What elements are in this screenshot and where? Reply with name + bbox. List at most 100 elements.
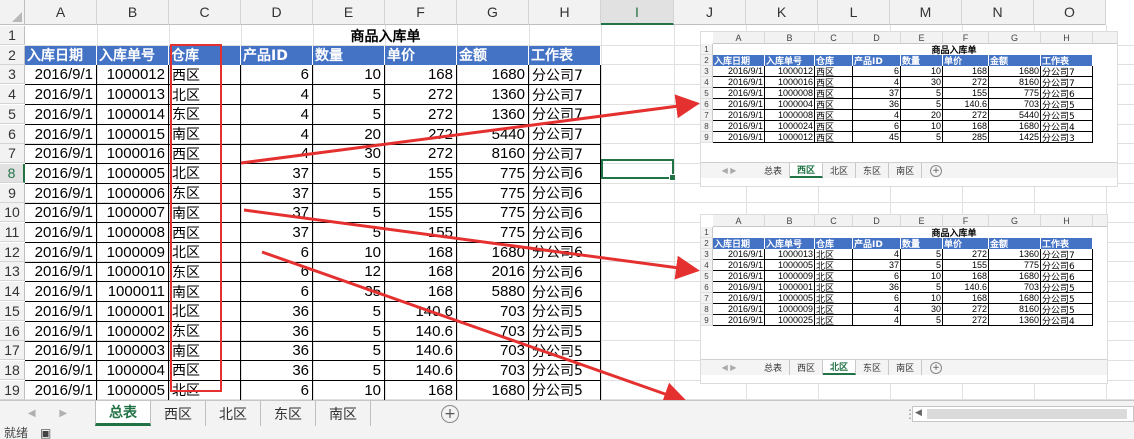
table-cell[interactable]: 703 — [457, 321, 529, 342]
table-cell[interactable]: 分公司5 — [529, 380, 601, 401]
table-cell[interactable]: 分公司6 — [529, 282, 601, 303]
column-header[interactable]: E — [313, 0, 385, 25]
table-cell[interactable]: 2016/9/1 — [25, 262, 97, 283]
sheet-tab[interactable]: 东区 — [261, 401, 316, 426]
table-cell[interactable]: 140.6 — [385, 321, 457, 342]
row-header[interactable]: 14 — [0, 282, 25, 302]
sheet-tab[interactable]: 北区 — [206, 401, 261, 426]
select-all-corner[interactable] — [0, 0, 25, 25]
table-cell[interactable]: 5 — [313, 223, 385, 243]
table-cell[interactable]: 5 — [313, 104, 385, 125]
row-header[interactable]: 10 — [0, 203, 25, 223]
row-header[interactable]: 9 — [0, 183, 25, 203]
table-cell[interactable]: 1000004 — [97, 360, 169, 381]
table-cell[interactable]: 168 — [385, 65, 457, 86]
table-header-cell[interactable]: 金额 — [457, 45, 529, 65]
table-cell[interactable]: 分公司5 — [529, 321, 601, 342]
table-cell[interactable]: 分公司7 — [529, 124, 601, 145]
table-cell[interactable]: 1000007 — [97, 203, 169, 224]
table-cell[interactable]: 4 — [241, 85, 313, 106]
tab-scroll-right-icon[interactable]: ▶ — [59, 408, 67, 419]
table-cell[interactable]: 分公司7 — [529, 144, 601, 165]
table-cell[interactable]: 6 — [241, 380, 313, 401]
column-header[interactable]: D — [241, 0, 313, 25]
table-cell[interactable]: 272 — [385, 124, 457, 145]
table-cell[interactable]: 155 — [385, 163, 457, 184]
table-cell[interactable]: 1680 — [457, 242, 529, 263]
column-header[interactable]: A — [25, 0, 97, 25]
table-cell[interactable]: 140.6 — [385, 341, 457, 362]
table-header-cell[interactable]: 数量 — [313, 45, 385, 65]
table-cell[interactable]: 155 — [385, 183, 457, 204]
row-header[interactable]: 2 — [0, 45, 25, 65]
table-cell[interactable]: 37 — [241, 203, 313, 224]
table-cell[interactable]: 8160 — [457, 144, 529, 165]
table-cell[interactable]: 775 — [457, 223, 529, 243]
table-cell[interactable]: 分公司5 — [529, 360, 601, 381]
table-cell[interactable]: 1000003 — [97, 341, 169, 362]
table-cell[interactable]: 1000001 — [97, 301, 169, 322]
table-header-cell[interactable]: 入库单号 — [97, 45, 169, 65]
row-header[interactable]: 4 — [0, 85, 25, 105]
table-cell[interactable]: 703 — [457, 341, 529, 362]
table-cell[interactable]: 分公司5 — [529, 301, 601, 322]
table-cell[interactable]: 12 — [313, 262, 385, 283]
table-cell[interactable]: 272 — [385, 85, 457, 106]
table-header-cell[interactable]: 产品ID — [241, 45, 313, 65]
row-header[interactable]: 16 — [0, 321, 25, 341]
table-cell[interactable]: 4 — [241, 144, 313, 165]
table-cell[interactable]: 2016/9/1 — [25, 360, 97, 381]
table-cell[interactable]: 5 — [313, 341, 385, 362]
table-cell[interactable]: 10 — [313, 65, 385, 86]
table-cell[interactable]: 6 — [241, 262, 313, 283]
table-cell[interactable]: 168 — [385, 380, 457, 401]
table-cell[interactable]: 4 — [241, 104, 313, 125]
table-cell[interactable]: 5 — [313, 85, 385, 106]
table-cell[interactable]: 1000005 — [97, 163, 169, 184]
table-cell[interactable]: 分公司6 — [529, 242, 601, 263]
table-cell[interactable]: 10 — [313, 380, 385, 401]
table-cell[interactable]: 2016/9/1 — [25, 242, 97, 263]
table-cell[interactable]: 1000011 — [97, 282, 169, 303]
table-cell[interactable]: 20 — [313, 124, 385, 145]
table-cell[interactable]: 703 — [457, 301, 529, 322]
macro-record-icon[interactable]: ▣ — [40, 426, 51, 439]
row-header[interactable]: 5 — [0, 104, 25, 124]
column-header[interactable]: F — [385, 0, 457, 25]
table-cell[interactable]: 272 — [385, 144, 457, 165]
table-cell[interactable]: 6 — [241, 65, 313, 86]
scrollbar-thumb[interactable] — [927, 409, 1127, 419]
row-header[interactable]: 7 — [0, 144, 25, 164]
table-cell[interactable]: 5 — [313, 183, 385, 204]
column-header[interactable]: G — [457, 0, 529, 25]
table-cell[interactable]: 37 — [241, 183, 313, 204]
table-cell[interactable]: 168 — [385, 282, 457, 303]
table-cell[interactable]: 2016/9/1 — [25, 65, 97, 86]
table-cell[interactable]: 5 — [313, 163, 385, 184]
column-header[interactable]: B — [97, 0, 169, 25]
table-cell[interactable]: 5 — [313, 301, 385, 322]
row-header[interactable]: 11 — [0, 223, 25, 242]
table-cell[interactable]: 30 — [313, 144, 385, 165]
table-cell[interactable]: 5440 — [457, 124, 529, 145]
table-header-cell[interactable]: 入库日期 — [25, 45, 97, 65]
table-cell[interactable]: 4 — [241, 124, 313, 145]
table-cell[interactable]: 140.6 — [385, 360, 457, 381]
table-cell[interactable]: 1000014 — [97, 104, 169, 125]
table-cell[interactable]: 2016/9/1 — [25, 380, 97, 401]
table-cell[interactable]: 168 — [385, 242, 457, 263]
table-cell[interactable]: 1000005 — [97, 380, 169, 401]
table-cell[interactable]: 2016/9/1 — [25, 144, 97, 165]
scroll-left-arrow-icon[interactable]: ◀ — [915, 408, 922, 418]
table-cell[interactable]: 分公司6 — [529, 203, 601, 224]
table-cell[interactable]: 37 — [241, 163, 313, 184]
table-cell[interactable]: 775 — [457, 163, 529, 184]
column-header[interactable]: M — [890, 0, 962, 25]
table-cell[interactable]: 5 — [313, 360, 385, 381]
row-header[interactable]: 17 — [0, 341, 25, 361]
table-cell[interactable]: 分公司6 — [529, 183, 601, 204]
table-cell[interactable]: 5880 — [457, 282, 529, 303]
table-cell[interactable]: 168 — [385, 262, 457, 283]
table-cell[interactable]: 5 — [313, 321, 385, 342]
table-cell[interactable]: 35 — [313, 282, 385, 303]
